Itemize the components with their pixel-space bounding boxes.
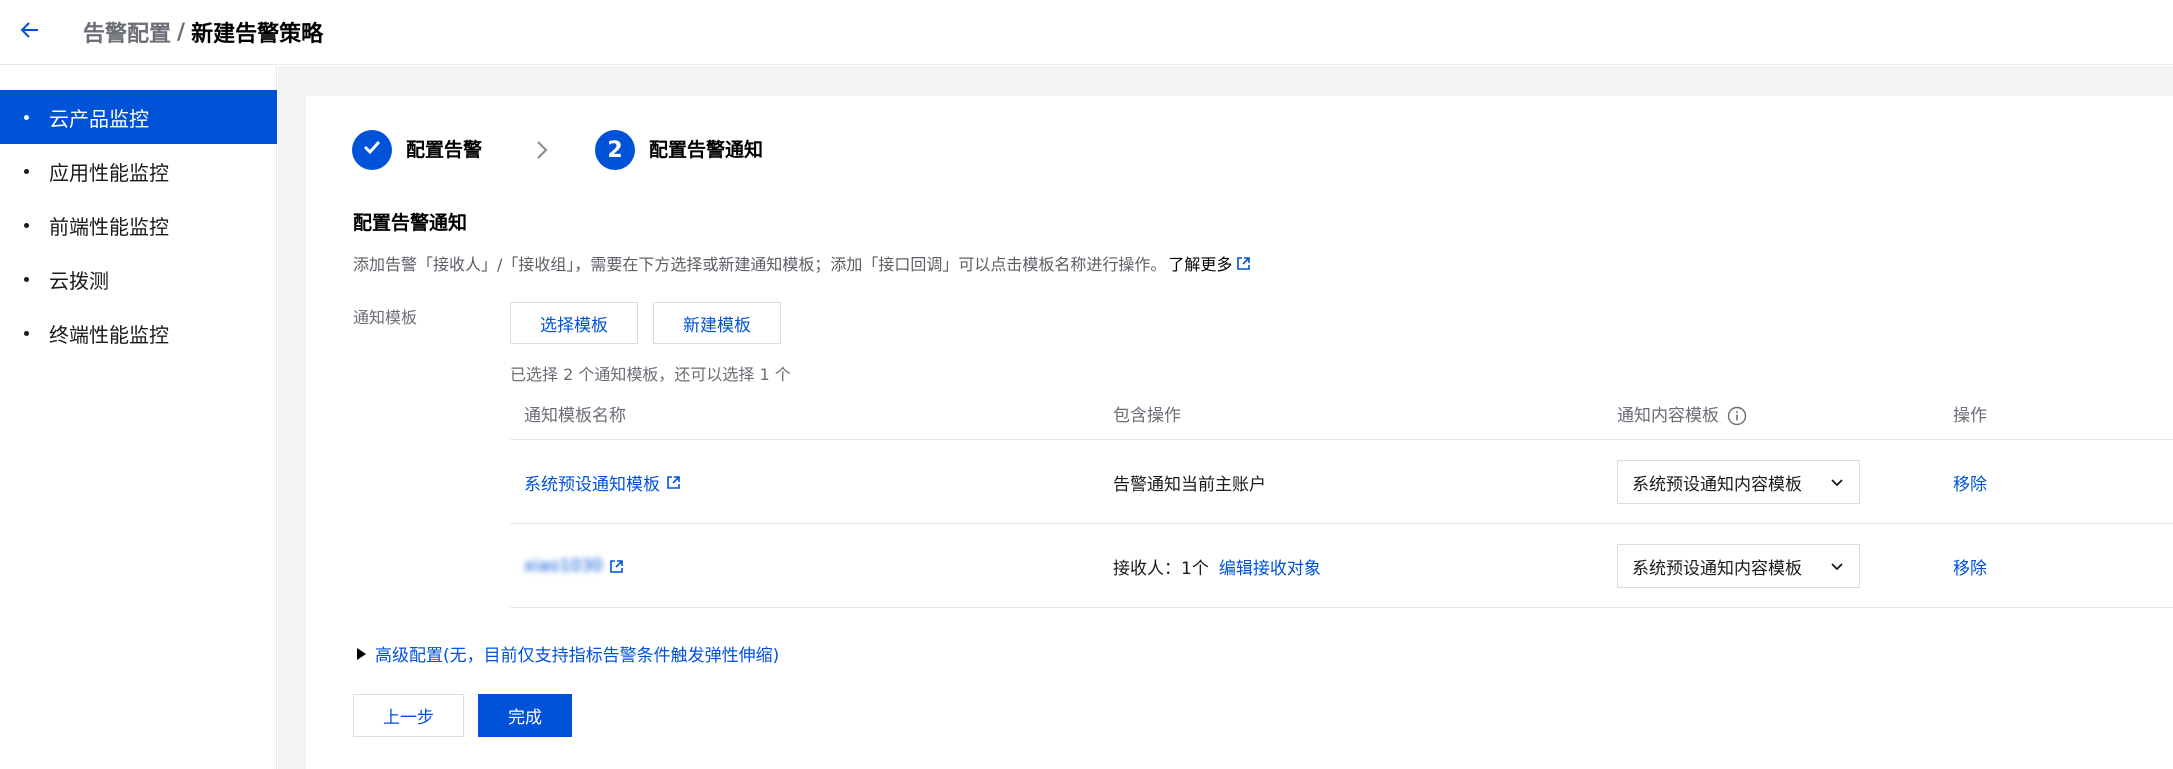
page-title: 新建告警策略 — [191, 22, 324, 47]
step-1-circle — [352, 130, 392, 170]
sidebar: 云产品监控 应用性能监控 前端性能监控 云拨测 终端性能监控 — [0, 66, 277, 769]
table-row: xiao1030 接收人：1个 编辑接收对象 系统预设通知内容模板 移除 — [510, 524, 2173, 608]
button-label: 上一步 — [383, 708, 434, 728]
external-link-icon[interactable] — [666, 475, 681, 490]
chevron-right-icon — [532, 138, 552, 166]
sidebar-item-label: 云产品监控 — [49, 106, 149, 131]
sidebar-item-frontend-monitor[interactable]: 前端性能监控 — [0, 198, 277, 252]
breadcrumb-parent[interactable]: 告警配置 — [83, 16, 171, 48]
edit-recipients-link[interactable]: 编辑接收对象 — [1219, 554, 1321, 579]
chevron-down-icon — [1829, 558, 1845, 574]
breadcrumb-separator: / — [177, 19, 186, 45]
step-2-label: 配置告警通知 — [649, 139, 764, 161]
advanced-config-toggle[interactable]: 高级配置(无，目前仅支持指标告警条件触发弹性伸缩) — [357, 641, 779, 666]
section-description: 添加告警「接收人」/「接收组」，需要在下方选择或新建通知模板；添加「接口回调」可… — [353, 251, 1251, 275]
template-name-cell: xiao1030 — [524, 524, 624, 608]
action-cell: 移除 — [1953, 440, 1987, 524]
check-icon — [361, 136, 383, 164]
sidebar-item-cloud-dial-test[interactable]: 云拨测 — [0, 252, 277, 306]
step-2-number: 2 — [607, 137, 623, 163]
new-template-button[interactable]: 新建模板 — [653, 302, 781, 344]
button-label: 完成 — [508, 708, 542, 728]
arrow-left-icon — [19, 19, 41, 45]
step-2-circle: 2 — [595, 130, 635, 170]
external-link-icon[interactable] — [1236, 256, 1251, 271]
button-label: 选择模板 — [540, 315, 608, 336]
external-link-icon[interactable] — [609, 559, 624, 574]
sidebar-item-label: 前端性能监控 — [49, 214, 169, 239]
step-1-label: 配置告警 — [406, 139, 483, 161]
action-cell: 移除 — [1953, 524, 1987, 608]
content-template-select[interactable]: 系统预设通知内容模板 — [1617, 544, 1860, 588]
bullet-icon — [24, 114, 29, 120]
template-selection-hint: 已选择 2 个通知模板，还可以选择 1 个 — [510, 365, 791, 384]
bullet-icon — [24, 276, 29, 282]
notification-template-label: 通知模板 — [353, 308, 418, 327]
table-header: 通知模板名称 包含操作 通知内容模板 操作 — [510, 392, 2173, 440]
column-header-name: 通知模板名称 — [524, 406, 626, 426]
caret-right-icon — [357, 647, 366, 660]
finish-button[interactable]: 完成 — [478, 694, 572, 737]
table-row: 系统预设通知模板 告警通知当前主账户 系统预设通知内容模板 移除 — [510, 440, 2173, 524]
chevron-down-icon — [1829, 474, 1845, 490]
operation-text: 告警通知当前主账户 — [1113, 474, 1266, 495]
sidebar-item-label: 云拨测 — [49, 268, 109, 293]
sidebar-item-label: 应用性能监控 — [49, 160, 169, 185]
info-icon[interactable] — [1727, 406, 1747, 426]
template-name-cell: 系统预设通知模板 — [524, 440, 681, 524]
select-value: 系统预设通知内容模板 — [1632, 474, 1802, 495]
column-header-label: 通知内容模板 — [1617, 406, 1719, 426]
sidebar-item-terminal-monitor[interactable]: 终端性能监控 — [0, 306, 277, 360]
top-bar: 告警配置 / 新建告警策略 — [0, 0, 2173, 65]
prev-step-button[interactable]: 上一步 — [353, 694, 464, 737]
learn-more-link[interactable]: 了解更多 — [1168, 251, 1232, 275]
operation-cell: 接收人：1个 编辑接收对象 — [1113, 524, 1321, 608]
breadcrumb: 告警配置 / 新建告警策略 — [83, 14, 323, 50]
description-text: 添加告警「接收人」/「接收组」，需要在下方选择或新建通知模板；添加「接口回调」可… — [353, 255, 1167, 274]
bullet-icon — [24, 168, 29, 174]
column-header-action: 操作 — [1953, 406, 1987, 426]
template-name-link[interactable]: xiao1030 — [524, 556, 603, 576]
select-template-button[interactable]: 选择模板 — [510, 302, 638, 344]
operation-cell: 告警通知当前主账户 — [1113, 440, 1266, 524]
sidebar-item-apm[interactable]: 应用性能监控 — [0, 144, 277, 198]
button-label: 新建模板 — [683, 315, 751, 336]
select-value: 系统预设通知内容模板 — [1632, 558, 1802, 579]
remove-link[interactable]: 移除 — [1953, 554, 1987, 579]
back-button[interactable] — [12, 14, 48, 50]
column-header-operations: 包含操作 — [1113, 406, 1181, 426]
bullet-icon — [24, 222, 29, 228]
column-header-content-template: 通知内容模板 — [1617, 392, 1747, 440]
operation-text: 接收人：1个 — [1113, 558, 1209, 579]
sidebar-item-cloud-product-monitor[interactable]: 云产品监控 — [0, 90, 277, 144]
content-template-select[interactable]: 系统预设通知内容模板 — [1617, 460, 1860, 504]
sidebar-item-label: 终端性能监控 — [49, 322, 169, 347]
advanced-config-label: 高级配置(无，目前仅支持指标告警条件触发弹性伸缩) — [375, 646, 780, 666]
remove-link[interactable]: 移除 — [1953, 470, 1987, 495]
section-title: 配置告警通知 — [353, 212, 468, 234]
template-name-link[interactable]: 系统预设通知模板 — [524, 470, 660, 495]
bullet-icon — [24, 330, 29, 336]
